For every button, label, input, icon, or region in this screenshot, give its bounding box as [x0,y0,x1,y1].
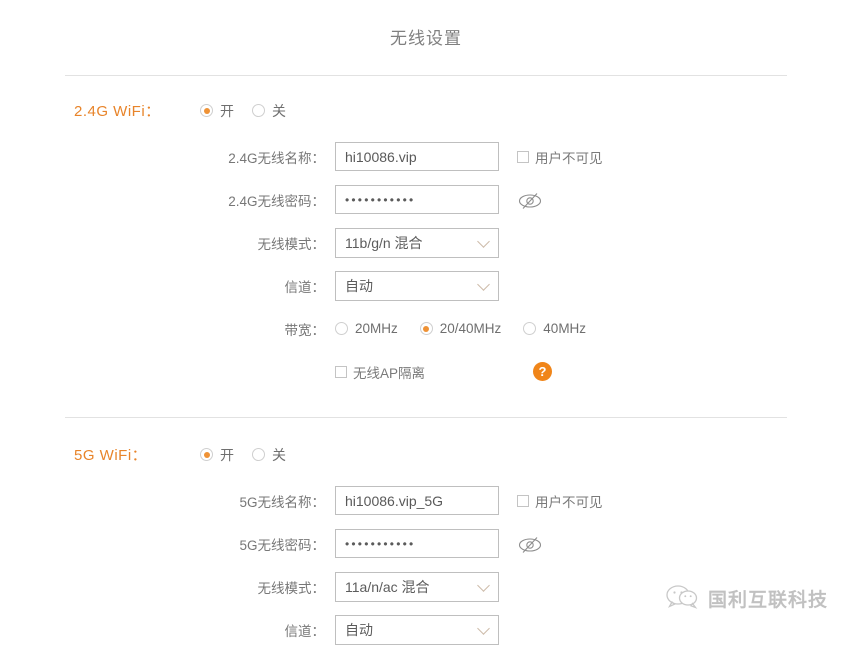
chevron-down-icon [477,579,490,592]
radio-2-4g-on-label: 开 [220,101,234,121]
mode-select-2-4g[interactable]: 11b/g/n 混合 [335,228,499,258]
channel-select-value-2-4g: 自动 [345,276,373,296]
page-title: 无线设置 [0,0,852,49]
password-input-2-4g[interactable]: ••••••••••• [335,185,499,214]
row-channel-5g: 信道： 自动 [0,608,852,651]
label-channel-2-4g: 信道： [0,276,335,296]
hidden-ssid-check-5g[interactable]: 用户不可见 [517,491,603,511]
label-mode-5g: 无线模式： [0,577,335,597]
channel-select-5g[interactable]: 自动 [335,615,499,645]
hidden-ssid-label-2-4g: 用户不可见 [535,147,603,167]
radio-on-icon [420,322,433,335]
password-input-5g[interactable]: ••••••••••• [335,529,499,558]
row-mode-2-4g: 无线模式： 11b/g/n 混合 [0,221,852,264]
section-5g: 5G WiFi： 开 关 5G无线名称： 用户不可见 [0,418,852,651]
checkbox-icon [517,495,529,507]
label-ssid-2-4g: 2.4G无线名称： [0,147,335,167]
bandwidth-option-20mhz[interactable]: 20MHz [335,321,398,336]
label-password-5g: 5G无线密码： [0,534,335,554]
field-password-5g: ••••••••••• [335,529,539,558]
wifi-toggle-5g: 开 关 [200,445,304,465]
band-label-2-4g: 2.4G WiFi： [74,100,200,121]
question-mark-icon[interactable]: ? [533,362,552,381]
ssid-input-2-4g[interactable] [335,142,499,171]
mode-select-5g[interactable]: 11a/n/ac 混合 [335,572,499,602]
radio-on-icon [200,448,213,461]
mode-select-value-2-4g: 11b/g/n 混合 [345,233,423,253]
checkbox-icon [335,366,347,378]
checkbox-icon [517,151,529,163]
radio-off-icon [252,104,265,117]
radio-5g-off-label: 关 [272,445,286,465]
band-header-5g: 5G WiFi： 开 关 [0,444,852,465]
radio-5g-off[interactable]: 关 [252,445,286,465]
field-ssid-5g: 用户不可见 [335,486,603,515]
label-channel-5g: 信道： [0,620,335,640]
band-label-5g: 5G WiFi： [74,444,200,465]
label-bandwidth-2-4g: 带宽： [0,319,335,339]
channel-select-value-5g: 自动 [345,620,373,640]
radio-on-icon [200,104,213,117]
row-channel-2-4g: 信道： 自动 [0,264,852,307]
chevron-down-icon [477,622,490,635]
field-mode-5g: 11a/n/ac 混合 [335,572,499,602]
row-password-5g: 5G无线密码： ••••••••••• [0,522,852,565]
row-ssid-5g: 5G无线名称： 用户不可见 [0,479,852,522]
radio-5g-on[interactable]: 开 [200,445,234,465]
radio-off-icon [523,322,536,335]
field-ap-isolation: 无线AP隔离 ? [335,362,552,382]
row-ssid-2-4g: 2.4G无线名称： 用户不可见 [0,135,852,178]
row-mode-5g: 无线模式： 11a/n/ac 混合 [0,565,852,608]
chevron-down-icon [477,235,490,248]
radio-2-4g-off[interactable]: 关 [252,101,286,121]
bandwidth-label-20-40mhz: 20/40MHz [440,321,502,336]
chevron-down-icon [477,278,490,291]
bandwidth-label-40mhz: 40MHz [543,321,586,336]
radio-2-4g-on[interactable]: 开 [200,101,234,121]
bandwidth-label-20mhz: 20MHz [355,321,398,336]
radio-off-icon [252,448,265,461]
wifi-toggle-2-4g: 开 关 [200,101,304,121]
form-5g: 5G无线名称： 用户不可见 5G无线密码： ••••••••••• [0,479,852,651]
bandwidth-radio-group: 20MHz 20/40MHz 40MHz [335,321,608,336]
row-password-2-4g: 2.4G无线密码： ••••••••••• [0,178,852,221]
row-ap-isolation-2-4g: 无线AP隔离 ? [0,350,852,393]
field-mode-2-4g: 11b/g/n 混合 [335,228,499,258]
mode-select-value-5g: 11a/n/ac 混合 [345,577,430,597]
band-header-2-4g: 2.4G WiFi： 开 关 [0,100,852,121]
label-ssid-5g: 5G无线名称： [0,491,335,511]
label-password-2-4g: 2.4G无线密码： [0,190,335,210]
row-bandwidth-2-4g: 带宽： 20MHz 20/40MHz 40MHz [0,307,852,350]
ap-isolation-label: 无线AP隔离 [353,362,425,382]
eye-slash-icon[interactable] [517,192,539,208]
field-channel-5g: 自动 [335,615,499,645]
bandwidth-option-20-40mhz[interactable]: 20/40MHz [420,321,502,336]
hidden-ssid-label-5g: 用户不可见 [535,491,603,511]
field-password-2-4g: ••••••••••• [335,185,539,214]
field-ssid-2-4g: 用户不可见 [335,142,603,171]
label-mode-2-4g: 无线模式： [0,233,335,253]
field-bandwidth-2-4g: 20MHz 20/40MHz 40MHz [335,321,608,336]
radio-2-4g-off-label: 关 [272,101,286,121]
field-channel-2-4g: 自动 [335,271,499,301]
channel-select-2-4g[interactable]: 自动 [335,271,499,301]
section-2-4g: 2.4G WiFi： 开 关 2.4G无线名称： 用户不可见 [0,76,852,393]
radio-5g-on-label: 开 [220,445,234,465]
eye-slash-icon[interactable] [517,536,539,552]
ssid-input-5g[interactable] [335,486,499,515]
bandwidth-option-40mhz[interactable]: 40MHz [523,321,586,336]
radio-off-icon [335,322,348,335]
form-2-4g: 2.4G无线名称： 用户不可见 2.4G无线密码： ••••••••••• [0,135,852,393]
ap-isolation-check[interactable]: 无线AP隔离 [335,362,425,382]
hidden-ssid-check-2-4g[interactable]: 用户不可见 [517,147,603,167]
